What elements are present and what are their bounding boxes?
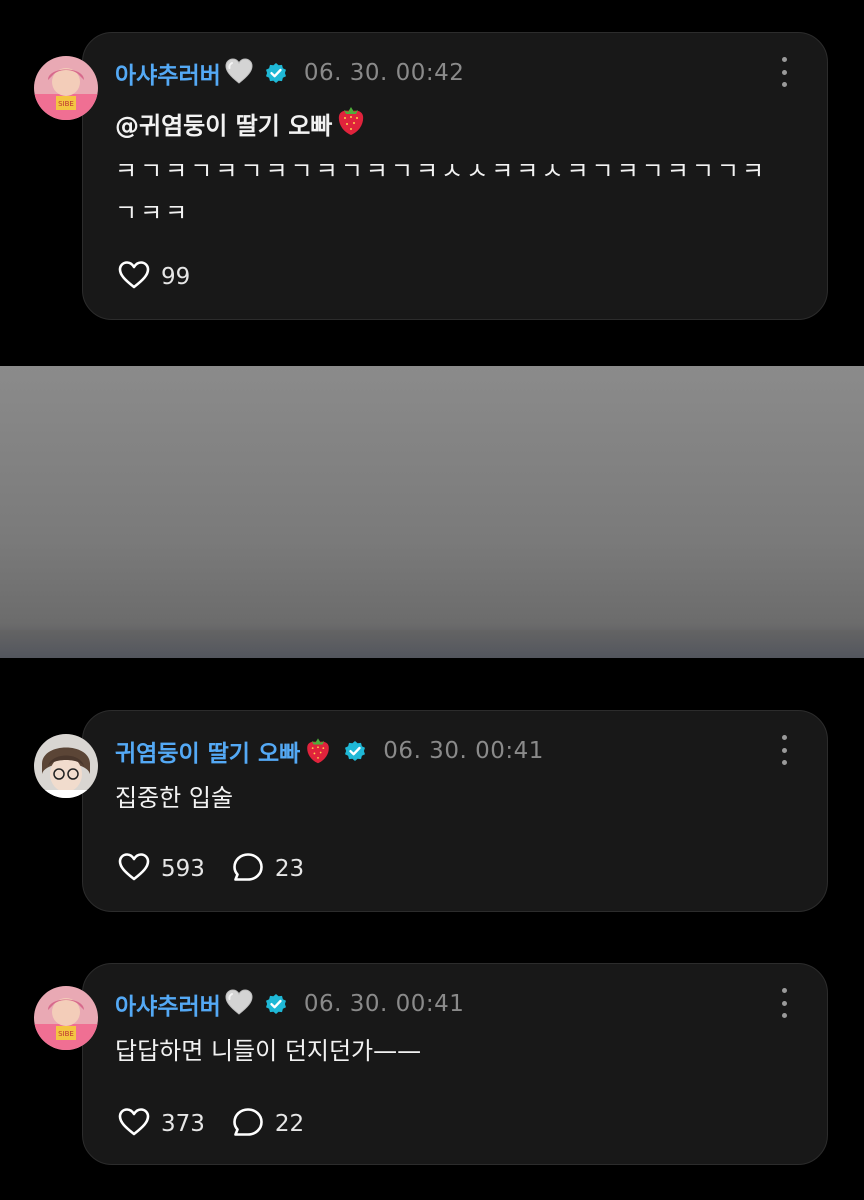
overlay-image: [0, 366, 864, 658]
like-button[interactable]: 373: [117, 1106, 205, 1142]
like-count: 373: [161, 1111, 205, 1137]
avatar[interactable]: [34, 734, 98, 798]
svg-text:SIBE: SIBE: [58, 1030, 74, 1038]
strawberry-emoji: [303, 733, 333, 769]
comment-actions: 99: [117, 257, 216, 297]
comment-text: ㅋㄱㅋㄱㅋㄱㅋㄱㅋㄱㅋㄱㅋㅅㅅㅋㅋㅅㅋㄱㅋㄱㅋㄱㄱㅋ ㄱㅋㅋ: [115, 157, 768, 227]
reply-count: 23: [274, 856, 305, 882]
comment-text: 답답하면 니들이 던지던가——: [115, 1037, 422, 1065]
comment-header: 아샤추러버 06. 30. 00:41: [115, 986, 767, 1022]
like-count: 593: [161, 856, 205, 882]
comment-card: 아샤추러버 06. 30. 00:41 답답하면 니들이 던지던가—— 373 …: [82, 963, 828, 1165]
timestamp: 06. 30. 00:41: [383, 738, 544, 764]
comment-text: 집중한 입술: [115, 784, 234, 812]
timestamp: 06. 30. 00:41: [303, 991, 465, 1017]
mention-line: @귀염둥이 딸기 오빠: [115, 101, 791, 150]
avatar[interactable]: SIBE: [34, 56, 98, 120]
comment-card: 귀염둥이 딸기 오빠 06. 30. 00:41 집중한 입술 593 23: [82, 710, 828, 912]
comment-header: 아샤추러버 06. 30. 00:42: [115, 55, 767, 91]
comment-body: @귀염둥이 딸기 오빠 ㅋㄱㅋㄱㅋㄱㅋㄱㅋㄱㅋㄱㅋㅅㅅㅋㅋㅅㅋㄱㅋㄱㅋㄱㄱㅋ ㄱ…: [115, 101, 791, 234]
reply-button[interactable]: 22: [231, 1106, 304, 1142]
grey-heart-emoji: [224, 57, 254, 89]
verified-icon: [264, 61, 288, 85]
overlay-edge: [0, 630, 864, 658]
heart-icon: [117, 851, 151, 887]
strawberry-emoji: [335, 101, 367, 150]
grey-heart-emoji: [224, 988, 254, 1020]
reply-button[interactable]: 23: [231, 851, 304, 887]
comment-icon: [231, 851, 265, 887]
comment-actions: 373 22: [117, 1104, 330, 1144]
like-button[interactable]: 99: [117, 259, 190, 295]
heart-icon: [117, 1106, 151, 1142]
like-button[interactable]: 593: [117, 851, 205, 887]
timestamp: 06. 30. 00:42: [303, 60, 465, 86]
comment-card: 아샤추러버 06. 30. 00:42 @귀염둥이 딸기 오빠 ㅋㄱㅋㄱㅋㄱㅋㄱ…: [82, 32, 828, 320]
username[interactable]: 아샤추러버: [115, 56, 221, 90]
like-count: 99: [161, 264, 191, 290]
reply-count: 22: [274, 1111, 305, 1137]
more-icon[interactable]: [777, 735, 791, 765]
more-icon[interactable]: [777, 57, 791, 87]
mention-link[interactable]: @귀염둥이 딸기 오빠: [115, 105, 332, 147]
comment-actions: 593 23: [117, 849, 330, 889]
svg-text:SIBE: SIBE: [58, 100, 74, 108]
username[interactable]: 귀염둥이 딸기 오빠: [115, 734, 300, 768]
heart-icon: [117, 259, 151, 295]
avatar[interactable]: SIBE: [34, 986, 98, 1050]
verified-icon: [343, 739, 367, 763]
comment-header: 귀염둥이 딸기 오빠 06. 30. 00:41: [115, 733, 767, 769]
username[interactable]: 아샤추러버: [115, 987, 221, 1021]
more-icon[interactable]: [777, 988, 791, 1018]
verified-icon: [264, 992, 288, 1016]
comment-icon: [231, 1106, 265, 1142]
